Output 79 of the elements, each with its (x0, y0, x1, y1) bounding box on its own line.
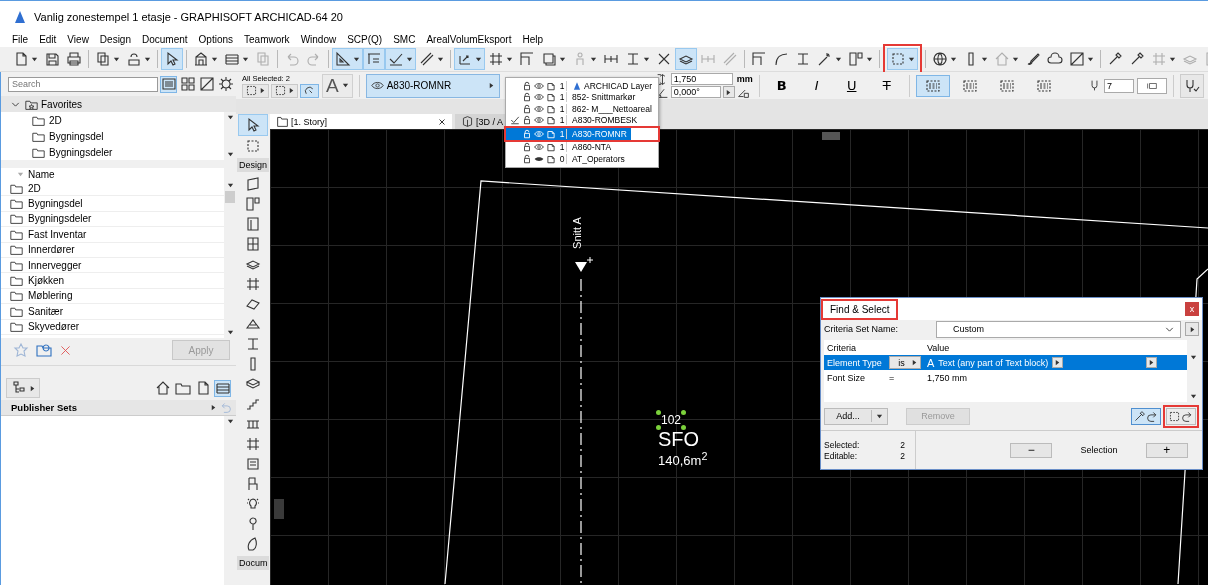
table-cell-text: Element Type (826, 357, 883, 368)
field-label: Criteria Set Name: (824, 324, 900, 334)
menu-item[interactable]: SMC (393, 34, 416, 45)
menu-item[interactable]: Help (522, 34, 544, 45)
tree-label[interactable]: Bygningsdel (49, 130, 104, 142)
layer-item[interactable]: 1 862- M___Nettoareal (506, 103, 658, 115)
tree-label[interactable]: Bygningsdeler (49, 146, 113, 158)
tab-label: [1. Story] (291, 116, 327, 127)
menu-item[interactable]: Document (142, 34, 188, 45)
layer-item[interactable]: 1 A860-NTA (506, 141, 658, 153)
pen-field[interactable]: 7 (1104, 78, 1134, 93)
toolbox-section[interactable]: Docum (237, 556, 269, 570)
table-cell: 1,750 mm (927, 372, 968, 383)
text-tool-button[interactable]: A (322, 73, 353, 98)
folder-label[interactable]: Skyvedører (28, 321, 80, 333)
style-button[interactable]: I (800, 73, 833, 98)
folder-label[interactable]: Kjøkken (28, 275, 65, 287)
layer-item[interactable]: 1 A830-ROMBESK (506, 114, 658, 126)
operator-dropdown[interactable]: is (889, 356, 921, 369)
style-button[interactable]: B (765, 73, 798, 98)
header-label: Name (28, 169, 55, 180)
folder-label[interactable]: Sanitær (28, 305, 63, 317)
add-button[interactable]: Add... (824, 407, 888, 425)
size-field[interactable]: 1,750 (670, 73, 733, 85)
folder-label[interactable]: Innerdører (28, 244, 75, 256)
count-label: Editable: (824, 450, 858, 461)
folder-label[interactable]: Innervegger (28, 259, 82, 271)
folder-label[interactable]: Møblering (28, 290, 73, 302)
layer-item[interactable]: 0 AT_Operators (506, 153, 658, 165)
tree-item[interactable]: Favorites (1, 96, 236, 112)
count-label: Selected: (824, 439, 860, 450)
count-value: 2 (900, 439, 905, 450)
folder-label[interactable]: Bygningsdel (28, 198, 83, 210)
table-cell: = (889, 372, 895, 383)
close-button[interactable]: x (1185, 302, 1199, 316)
menu-item[interactable]: ArealVolumEksport (426, 34, 512, 45)
column-header: Value (926, 342, 951, 353)
style-button[interactable]: T (870, 73, 903, 98)
layer-item[interactable]: 1 ARCHICAD Layer (506, 80, 658, 92)
tab-label: [3D / A (476, 116, 503, 127)
layer-item[interactable]: 1 A830-ROMNR (506, 128, 631, 140)
column-header: Criteria (826, 342, 857, 353)
menu-item[interactable]: Edit (39, 34, 57, 45)
panel-title: Publisher Sets (11, 402, 78, 413)
window-title: Vanlig zonestempel 1 etasje - GRAPHISOFT ARCHICAD-64 20 (34, 10, 343, 23)
angle-field[interactable]: 0,000° (670, 86, 721, 98)
folder-label[interactable]: Bygningsdeler (28, 213, 92, 225)
menu-item[interactable]: SCP(Q) (347, 34, 383, 45)
menu-item[interactable]: Design (99, 34, 131, 45)
view-tab[interactable]: [1. Story] (270, 114, 452, 129)
search-field[interactable]: Search (8, 76, 158, 92)
folder-label[interactable]: Fast Inventar (28, 228, 87, 240)
style-button[interactable]: U (835, 73, 868, 98)
criteria-set-dropdown[interactable]: Custom (936, 320, 1181, 338)
zone-name: SFO (658, 428, 700, 450)
remove-selection-button[interactable]: − (1010, 442, 1053, 458)
unit-label: mm (736, 74, 753, 84)
add-selection-button[interactable]: + (1145, 442, 1188, 458)
criteria-row[interactable]: Font Size = 1,750 mm (824, 370, 1187, 385)
zone-area: 140,6m$^{2}$ (658, 450, 708, 469)
layer-dropdown[interactable]: A830-ROMNR (365, 73, 500, 98)
count-value: 2 (900, 450, 905, 461)
zone-number: 102 (661, 413, 682, 427)
menu-item[interactable]: File (12, 34, 29, 45)
criteria-row[interactable]: Element Type is A Text (any part of Text block) (824, 355, 1187, 370)
dialog-title: Find & Select (829, 302, 891, 316)
section-label: Snitt A (570, 217, 583, 249)
selection-label: Selection (1080, 445, 1118, 455)
menu-item[interactable]: Window (300, 34, 337, 45)
layer-item[interactable]: 1 852- Snittmarkør (506, 91, 658, 103)
tree-label: Favorites (41, 98, 83, 110)
text-tool-icon: A (927, 356, 935, 369)
tree-label[interactable]: 2D (49, 114, 62, 126)
toolbox-section[interactable]: Design (237, 158, 269, 172)
menu-item[interactable]: Teamwork (244, 34, 290, 45)
table-cell-text: Font Size (826, 372, 867, 383)
folder-label[interactable]: 2D (28, 182, 41, 194)
menu-item[interactable]: View (67, 34, 89, 45)
menu-item[interactable]: Options (198, 34, 234, 45)
